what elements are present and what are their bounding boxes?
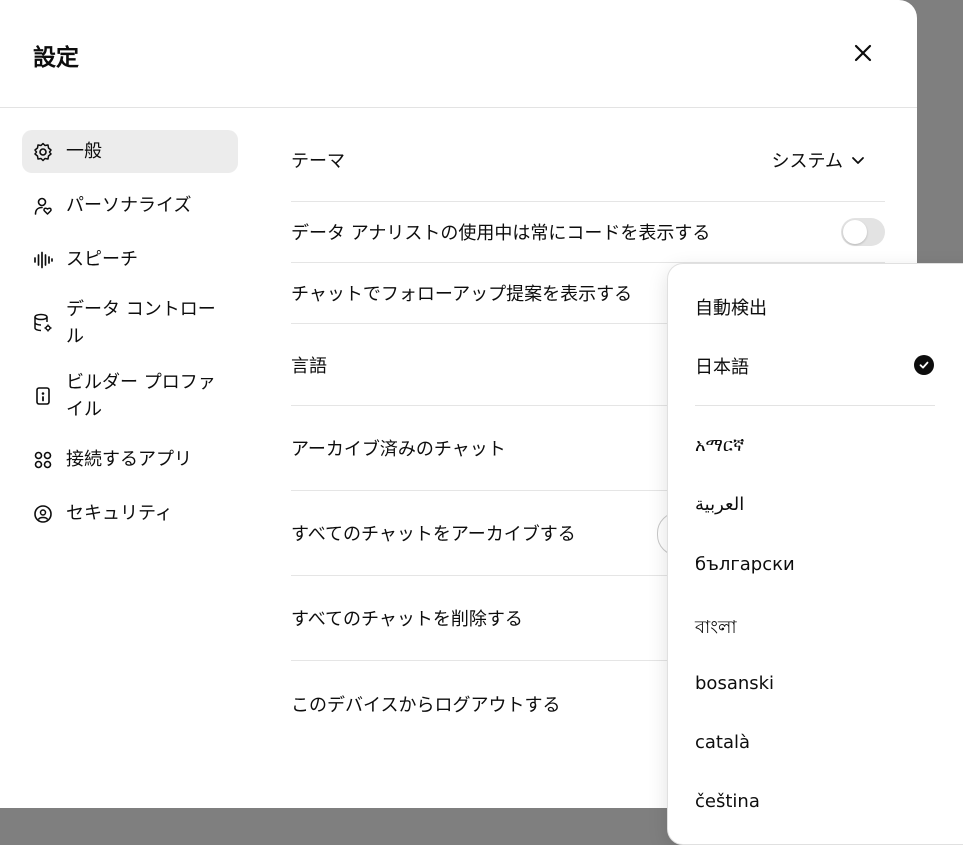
- language-option[interactable]: bosanski: [695, 673, 774, 694]
- apps-grid-icon: [32, 449, 54, 471]
- delete-all-label: すべてのチャットを削除する: [291, 609, 523, 630]
- sidebar-item-label: データ コントロール: [66, 299, 216, 347]
- database-gear-icon: [32, 312, 54, 334]
- archive-all-label: すべてのチャットをアーカイブする: [291, 524, 576, 545]
- sidebar-item-security[interactable]: セキュリティ: [22, 492, 238, 535]
- sidebar-item-label: 一般: [66, 141, 102, 162]
- language-option[interactable]: العربية: [695, 494, 744, 515]
- sidebar-item-label: 接続するアプリ: [66, 449, 192, 470]
- sidebar-item-connected-apps[interactable]: 接続するアプリ: [22, 438, 238, 481]
- archived-chats-label: アーカイブ済みのチャット: [291, 439, 506, 460]
- logout-label: このデバイスからログアウトする: [291, 694, 561, 716]
- language-option[interactable]: català: [695, 732, 750, 753]
- show-code-row: データ アナリストの使用中は常にコードを表示する: [291, 202, 885, 263]
- theme-value: システム: [771, 150, 843, 172]
- dialog-title: 設定: [33, 45, 79, 71]
- show-code-toggle[interactable]: [841, 218, 885, 246]
- gear-icon: [32, 141, 54, 163]
- id-badge-icon: [32, 385, 54, 407]
- theme-label: テーマ: [291, 150, 345, 172]
- person-heart-icon: [32, 195, 54, 217]
- sidebar-item-speech[interactable]: スピーチ: [22, 238, 238, 281]
- close-button[interactable]: [846, 36, 880, 70]
- shield-lock-icon: [32, 503, 54, 525]
- theme-select[interactable]: システム: [772, 147, 865, 173]
- language-option[interactable]: čeština: [695, 791, 760, 812]
- checkmark-icon: [914, 355, 934, 375]
- sidebar-item-data-controls[interactable]: データ コントロール: [22, 292, 238, 354]
- show-code-label: データ アナリストの使用中は常にコードを表示する: [291, 223, 711, 244]
- language-option[interactable]: አማርኛ: [695, 435, 744, 456]
- language-label: 言語: [291, 355, 327, 377]
- follow-up-label: チャットでフォローアップ提案を表示する: [291, 284, 633, 305]
- sidebar-item-label: セキュリティ: [66, 503, 173, 524]
- close-icon: [854, 44, 872, 62]
- waveform-icon: [32, 249, 54, 271]
- dropdown-divider: [695, 405, 935, 406]
- language-option-selected[interactable]: 日本語: [695, 353, 749, 379]
- settings-sidebar: 一般 パーソナライズ スピーチ データ コントロール ビルダー プロファイル 接…: [22, 130, 238, 546]
- sidebar-item-personalize[interactable]: パーソナライズ: [22, 184, 238, 227]
- language-option[interactable]: български: [695, 554, 795, 575]
- language-option[interactable]: 自動検出: [695, 294, 767, 320]
- language-option[interactable]: বাংলা: [695, 613, 737, 644]
- sidebar-item-general[interactable]: 一般: [22, 130, 238, 173]
- dialog-header: 設定: [0, 0, 917, 108]
- sidebar-item-label: パーソナライズ: [66, 195, 192, 216]
- theme-row: テーマ システム: [291, 118, 885, 202]
- sidebar-item-label: スピーチ: [66, 249, 138, 270]
- sidebar-item-builder-profile[interactable]: ビルダー プロファイル: [22, 365, 238, 427]
- language-dropdown: 自動検出 日本語 አማርኛ العربية български বাংলা bo…: [667, 263, 963, 845]
- toggle-knob: [843, 220, 867, 244]
- sidebar-item-label: ビルダー プロファイル: [66, 372, 216, 420]
- chevron-down-icon: [852, 156, 864, 164]
